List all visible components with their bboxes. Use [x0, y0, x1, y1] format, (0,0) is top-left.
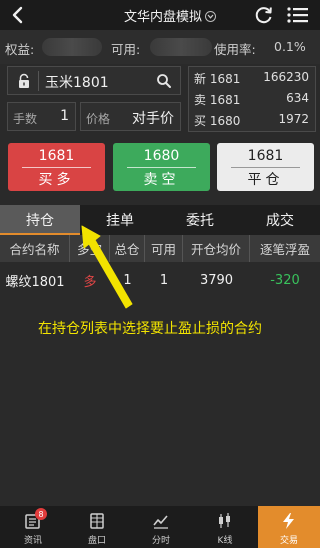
quantity-label: 手数: [13, 112, 38, 126]
usage-value: 0.1%: [274, 39, 306, 54]
nav-item-kline[interactable]: K线: [194, 506, 256, 548]
contract-selector[interactable]: 玉米1801: [7, 66, 181, 95]
divider: [22, 167, 91, 168]
table-row[interactable]: 螺纹1801 多 1 1 3790 -320: [0, 265, 320, 295]
divider: [127, 167, 196, 168]
price-label: 价格: [86, 112, 111, 126]
tab-trades[interactable]: 成交: [240, 205, 320, 235]
quote-value: 166230: [263, 70, 309, 84]
buy-price: 1681: [38, 148, 75, 164]
tab-bar: 持仓 挂单 委托 成交: [0, 205, 320, 235]
annotation-text: 在持仓列表中选择要止盈止损的合约: [38, 321, 262, 337]
close-price: 1681: [247, 148, 284, 164]
quote-panel: 新 1681 166230 卖 1681 634 买 1680 1972: [188, 66, 316, 132]
orderbook-icon: [90, 513, 104, 529]
contract-name: 玉米1801: [45, 75, 109, 91]
column-header: 逐笔浮盈: [259, 242, 310, 257]
quantity-value: 1: [60, 108, 69, 124]
price-value: 对手价: [132, 111, 174, 127]
bottom-nav: 8 资讯 盘口 分时 K线 交易: [0, 506, 320, 548]
annotation-arrow-icon: [81, 225, 133, 309]
notification-badge: 8: [35, 508, 47, 520]
table-header: 合约名称 多空 总仓 可用 开仓均价 逐笔浮盈: [0, 235, 320, 262]
column-header: 开仓均价: [183, 235, 250, 262]
tab-label: 委托: [186, 213, 214, 229]
quote-row-ask: 卖 1681 634: [194, 89, 309, 109]
candlestick-icon: [219, 513, 230, 528]
back-button[interactable]: [6, 4, 28, 26]
quote-label: 卖 1681: [194, 93, 241, 107]
top-bar: 文华内盘模拟: [0, 0, 320, 30]
sell-price: 1680: [143, 148, 180, 164]
nav-item-news[interactable]: 8 资讯: [2, 506, 64, 548]
available-value-redacted: [150, 38, 212, 56]
equity-value-redacted: [42, 38, 102, 56]
cell-contract: 螺纹1801: [5, 274, 65, 290]
nav-item-orderbook[interactable]: 盘口: [66, 506, 128, 548]
nav-label: 盘口: [87, 536, 106, 546]
tab-label: 成交: [266, 213, 294, 229]
cell-avg-price: 3790: [199, 272, 234, 288]
tab-orders[interactable]: 委托: [160, 205, 240, 235]
column-header: 可用: [145, 235, 183, 262]
page-title: 文华内盘模拟: [123, 9, 202, 25]
sell-short-button[interactable]: 1680 卖空: [113, 143, 210, 191]
back-arrow-icon: [12, 6, 23, 24]
divider: [231, 167, 300, 168]
close-position-button[interactable]: 1681 平仓: [217, 143, 314, 191]
nav-label: 资讯: [23, 536, 42, 546]
nav-item-trade[interactable]: 交易: [258, 506, 320, 548]
lock-icon[interactable]: [16, 73, 32, 89]
nav-label: 分时: [151, 536, 170, 546]
quote-value: 1972: [278, 112, 309, 126]
quantity-field[interactable]: 手数 1: [7, 102, 76, 131]
quote-label: 新 1681: [194, 72, 241, 86]
nav-item-timeshare[interactable]: 分时: [130, 506, 192, 548]
chevron-down-icon: [205, 11, 216, 22]
equity-label: 权益:: [5, 42, 35, 57]
column-header: 合约名称: [0, 235, 70, 262]
sell-label: 卖空: [143, 172, 180, 188]
close-label: 平仓: [247, 172, 284, 188]
nav-label: K线: [217, 536, 233, 546]
account-bar: 权益: 可用: 使用率: 0.1%: [0, 30, 320, 64]
buy-long-button[interactable]: 1681 买多: [8, 143, 105, 191]
quote-label: 买 1680: [194, 114, 241, 128]
menu-icon[interactable]: [286, 5, 310, 25]
lightning-icon: [283, 513, 294, 529]
refresh-icon[interactable]: [254, 5, 274, 25]
divider: [38, 71, 39, 91]
buy-label: 买多: [38, 172, 75, 188]
tab-positions[interactable]: 持仓: [0, 205, 80, 235]
available-label: 可用:: [111, 42, 141, 57]
price-field[interactable]: 价格 对手价: [80, 102, 181, 131]
nav-label: 交易: [279, 536, 298, 546]
search-icon[interactable]: [156, 73, 172, 89]
cell-pnl: -320: [270, 272, 300, 288]
quote-value: 634: [286, 91, 309, 105]
tab-label: 持仓: [26, 213, 54, 229]
cell-available: 1: [159, 272, 169, 288]
usage-label: 使用率:: [214, 42, 256, 57]
title-selector[interactable]: 文华内盘模拟: [110, 0, 230, 30]
quote-row-bid: 买 1680 1972: [194, 110, 309, 130]
quote-row-last: 新 1681 166230: [194, 68, 309, 88]
timeshare-icon: [153, 515, 168, 529]
